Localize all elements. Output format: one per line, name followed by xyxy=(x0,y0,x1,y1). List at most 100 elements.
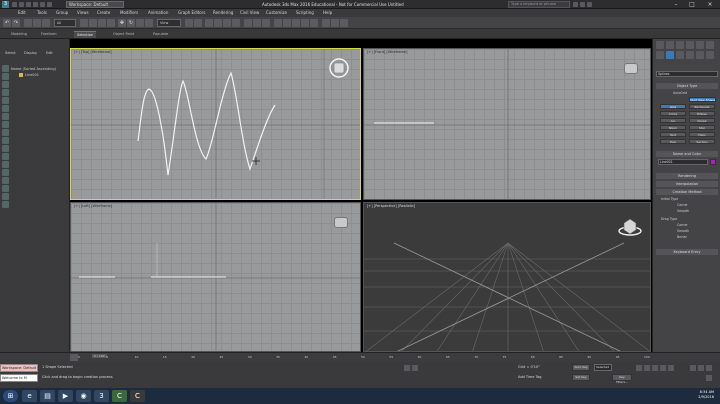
layer-explorer-icon[interactable] xyxy=(274,19,282,27)
explorer-tab-edit[interactable]: Edit xyxy=(46,51,53,55)
filter-frozen-icon[interactable] xyxy=(2,145,9,152)
menu-civil-view[interactable]: Civil View xyxy=(240,9,259,17)
ellipse-button[interactable]: Ellipse xyxy=(689,111,715,116)
drag-bezier-radio[interactable]: Bezier xyxy=(677,235,687,239)
menu-create[interactable]: Create xyxy=(97,9,110,17)
filter-none-icon[interactable] xyxy=(2,169,9,176)
placement-icon[interactable] xyxy=(145,19,153,27)
media-player-icon[interactable]: ▶ xyxy=(58,390,73,402)
material-editor-icon[interactable] xyxy=(310,19,318,27)
camtasia-icon[interactable]: C xyxy=(112,390,127,402)
menu-edit[interactable]: Edit xyxy=(18,9,26,17)
modify-panel-icon[interactable] xyxy=(666,41,674,49)
filter-helpers-icon[interactable] xyxy=(2,97,9,104)
time-slider-handle[interactable] xyxy=(70,354,78,361)
start-new-shape-checkbox[interactable]: Start New Shape xyxy=(689,97,716,102)
utilities-panel-icon[interactable] xyxy=(706,41,714,49)
tab-populate[interactable]: Populate xyxy=(150,31,171,38)
keyboard-entry-rollout[interactable]: Keyboard Entry xyxy=(656,249,718,255)
render-production-icon[interactable] xyxy=(340,19,348,27)
next-frame-icon[interactable] xyxy=(660,365,666,371)
select-manipulate-icon[interactable] xyxy=(194,19,202,27)
object-name-input[interactable]: Line001 xyxy=(658,159,708,165)
scale-icon[interactable] xyxy=(136,19,144,27)
line-button[interactable]: Line xyxy=(660,104,686,109)
render-setup-icon[interactable] xyxy=(322,19,330,27)
viewport-front[interactable]: [+] [Front] [Wireframe] xyxy=(363,48,651,200)
rendering-rollout[interactable]: Rendering xyxy=(656,173,718,179)
link-icon[interactable] xyxy=(24,19,32,27)
rotate-icon[interactable]: ↻ xyxy=(127,19,135,27)
filter-space-warps-icon[interactable] xyxy=(2,105,9,112)
menu-scripting[interactable]: Scripting xyxy=(296,9,314,17)
go-to-end-icon[interactable] xyxy=(668,365,674,371)
helix-button[interactable]: Helix xyxy=(689,132,715,137)
maximize-viewport-icon[interactable] xyxy=(706,375,712,381)
tab-selection[interactable]: Selection xyxy=(74,31,97,38)
create-panel-icon[interactable] xyxy=(656,41,664,49)
select-by-name-icon[interactable] xyxy=(89,19,97,27)
viewcube-icon[interactable] xyxy=(334,217,348,228)
drag-corner-radio[interactable]: Corner xyxy=(677,223,688,227)
play-icon[interactable] xyxy=(652,365,658,371)
camtasia-recorder-icon[interactable]: C xyxy=(130,390,145,402)
hierarchy-panel-icon[interactable] xyxy=(676,41,684,49)
search-input[interactable]: Type a keyword or phrase xyxy=(508,1,570,8)
absolute-mode-icon[interactable] xyxy=(412,365,418,371)
go-to-start-icon[interactable] xyxy=(636,365,642,371)
align-icon[interactable] xyxy=(262,19,270,27)
graphite-toolbox-icon[interactable] xyxy=(283,19,291,27)
viewport-left[interactable]: [+] [Left] [Wireframe] xyxy=(70,202,361,352)
lock-selection-icon[interactable] xyxy=(404,365,410,371)
filter-all-icon[interactable] xyxy=(2,161,9,168)
3ds-max-icon[interactable]: 3 xyxy=(94,390,109,402)
helpers-category-icon[interactable] xyxy=(696,51,704,59)
explorer-tab-display[interactable]: Display xyxy=(24,51,37,55)
set-key-button[interactable]: Set Key xyxy=(572,374,590,381)
chrome-icon[interactable]: ◉ xyxy=(76,390,91,402)
display-panel-icon[interactable] xyxy=(696,41,704,49)
find-icon[interactable] xyxy=(2,185,9,192)
cameras-category-icon[interactable] xyxy=(686,51,694,59)
tab-object-paint[interactable]: Object Paint xyxy=(110,31,137,38)
egg-button[interactable]: Egg xyxy=(660,139,686,144)
viewcube-icon[interactable] xyxy=(624,63,638,74)
menu-customize[interactable]: Customize xyxy=(266,9,287,17)
project-folder-icon[interactable] xyxy=(47,2,52,7)
text-button[interactable]: Text xyxy=(660,132,686,137)
mirror-icon[interactable] xyxy=(253,19,261,27)
object-color-swatch[interactable] xyxy=(710,159,716,165)
snaps-toggle-icon[interactable] xyxy=(205,19,213,27)
filter-cameras-icon[interactable] xyxy=(2,89,9,96)
filter-lights-icon[interactable] xyxy=(2,81,9,88)
app-logo-icon[interactable]: 3 xyxy=(2,1,9,8)
percent-snap-icon[interactable] xyxy=(223,19,231,27)
undo-icon[interactable]: ↶ xyxy=(3,19,11,27)
star-button[interactable]: Star xyxy=(689,125,715,130)
pivot-center-icon[interactable] xyxy=(185,19,193,27)
pan-icon[interactable] xyxy=(698,365,704,371)
sign-in-icon[interactable] xyxy=(580,2,585,7)
bind-space-warp-icon[interactable] xyxy=(42,19,50,27)
ngon-button[interactable]: NGon xyxy=(660,125,686,130)
tab-freeform[interactable]: Freeform xyxy=(38,31,60,38)
workspace-selector[interactable]: Workspace: Default xyxy=(66,1,124,8)
save-file-icon[interactable] xyxy=(26,2,31,7)
add-time-tag[interactable]: Add Time Tag xyxy=(518,375,542,379)
close-button[interactable]: × xyxy=(702,0,718,9)
geometry-category-icon[interactable] xyxy=(656,51,664,59)
filter-hidden-icon[interactable] xyxy=(2,153,9,160)
tab-modeling[interactable]: Modeling xyxy=(8,31,30,38)
menu-animation[interactable]: Animation xyxy=(148,9,168,17)
redo-icon[interactable]: ↷ xyxy=(12,19,20,27)
new-scene-icon[interactable] xyxy=(12,2,17,7)
zoom-icon[interactable] xyxy=(690,365,696,371)
start-button[interactable]: ⊞ xyxy=(3,390,18,402)
hierarchy-icon[interactable] xyxy=(2,201,9,208)
orbit-icon[interactable] xyxy=(706,365,712,371)
spinner-snap-icon[interactable] xyxy=(232,19,240,27)
filter-groups-icon[interactable] xyxy=(2,113,9,120)
layers-icon[interactable] xyxy=(2,193,9,200)
select-object-icon[interactable] xyxy=(80,19,88,27)
menu-group[interactable]: Group xyxy=(56,9,68,17)
